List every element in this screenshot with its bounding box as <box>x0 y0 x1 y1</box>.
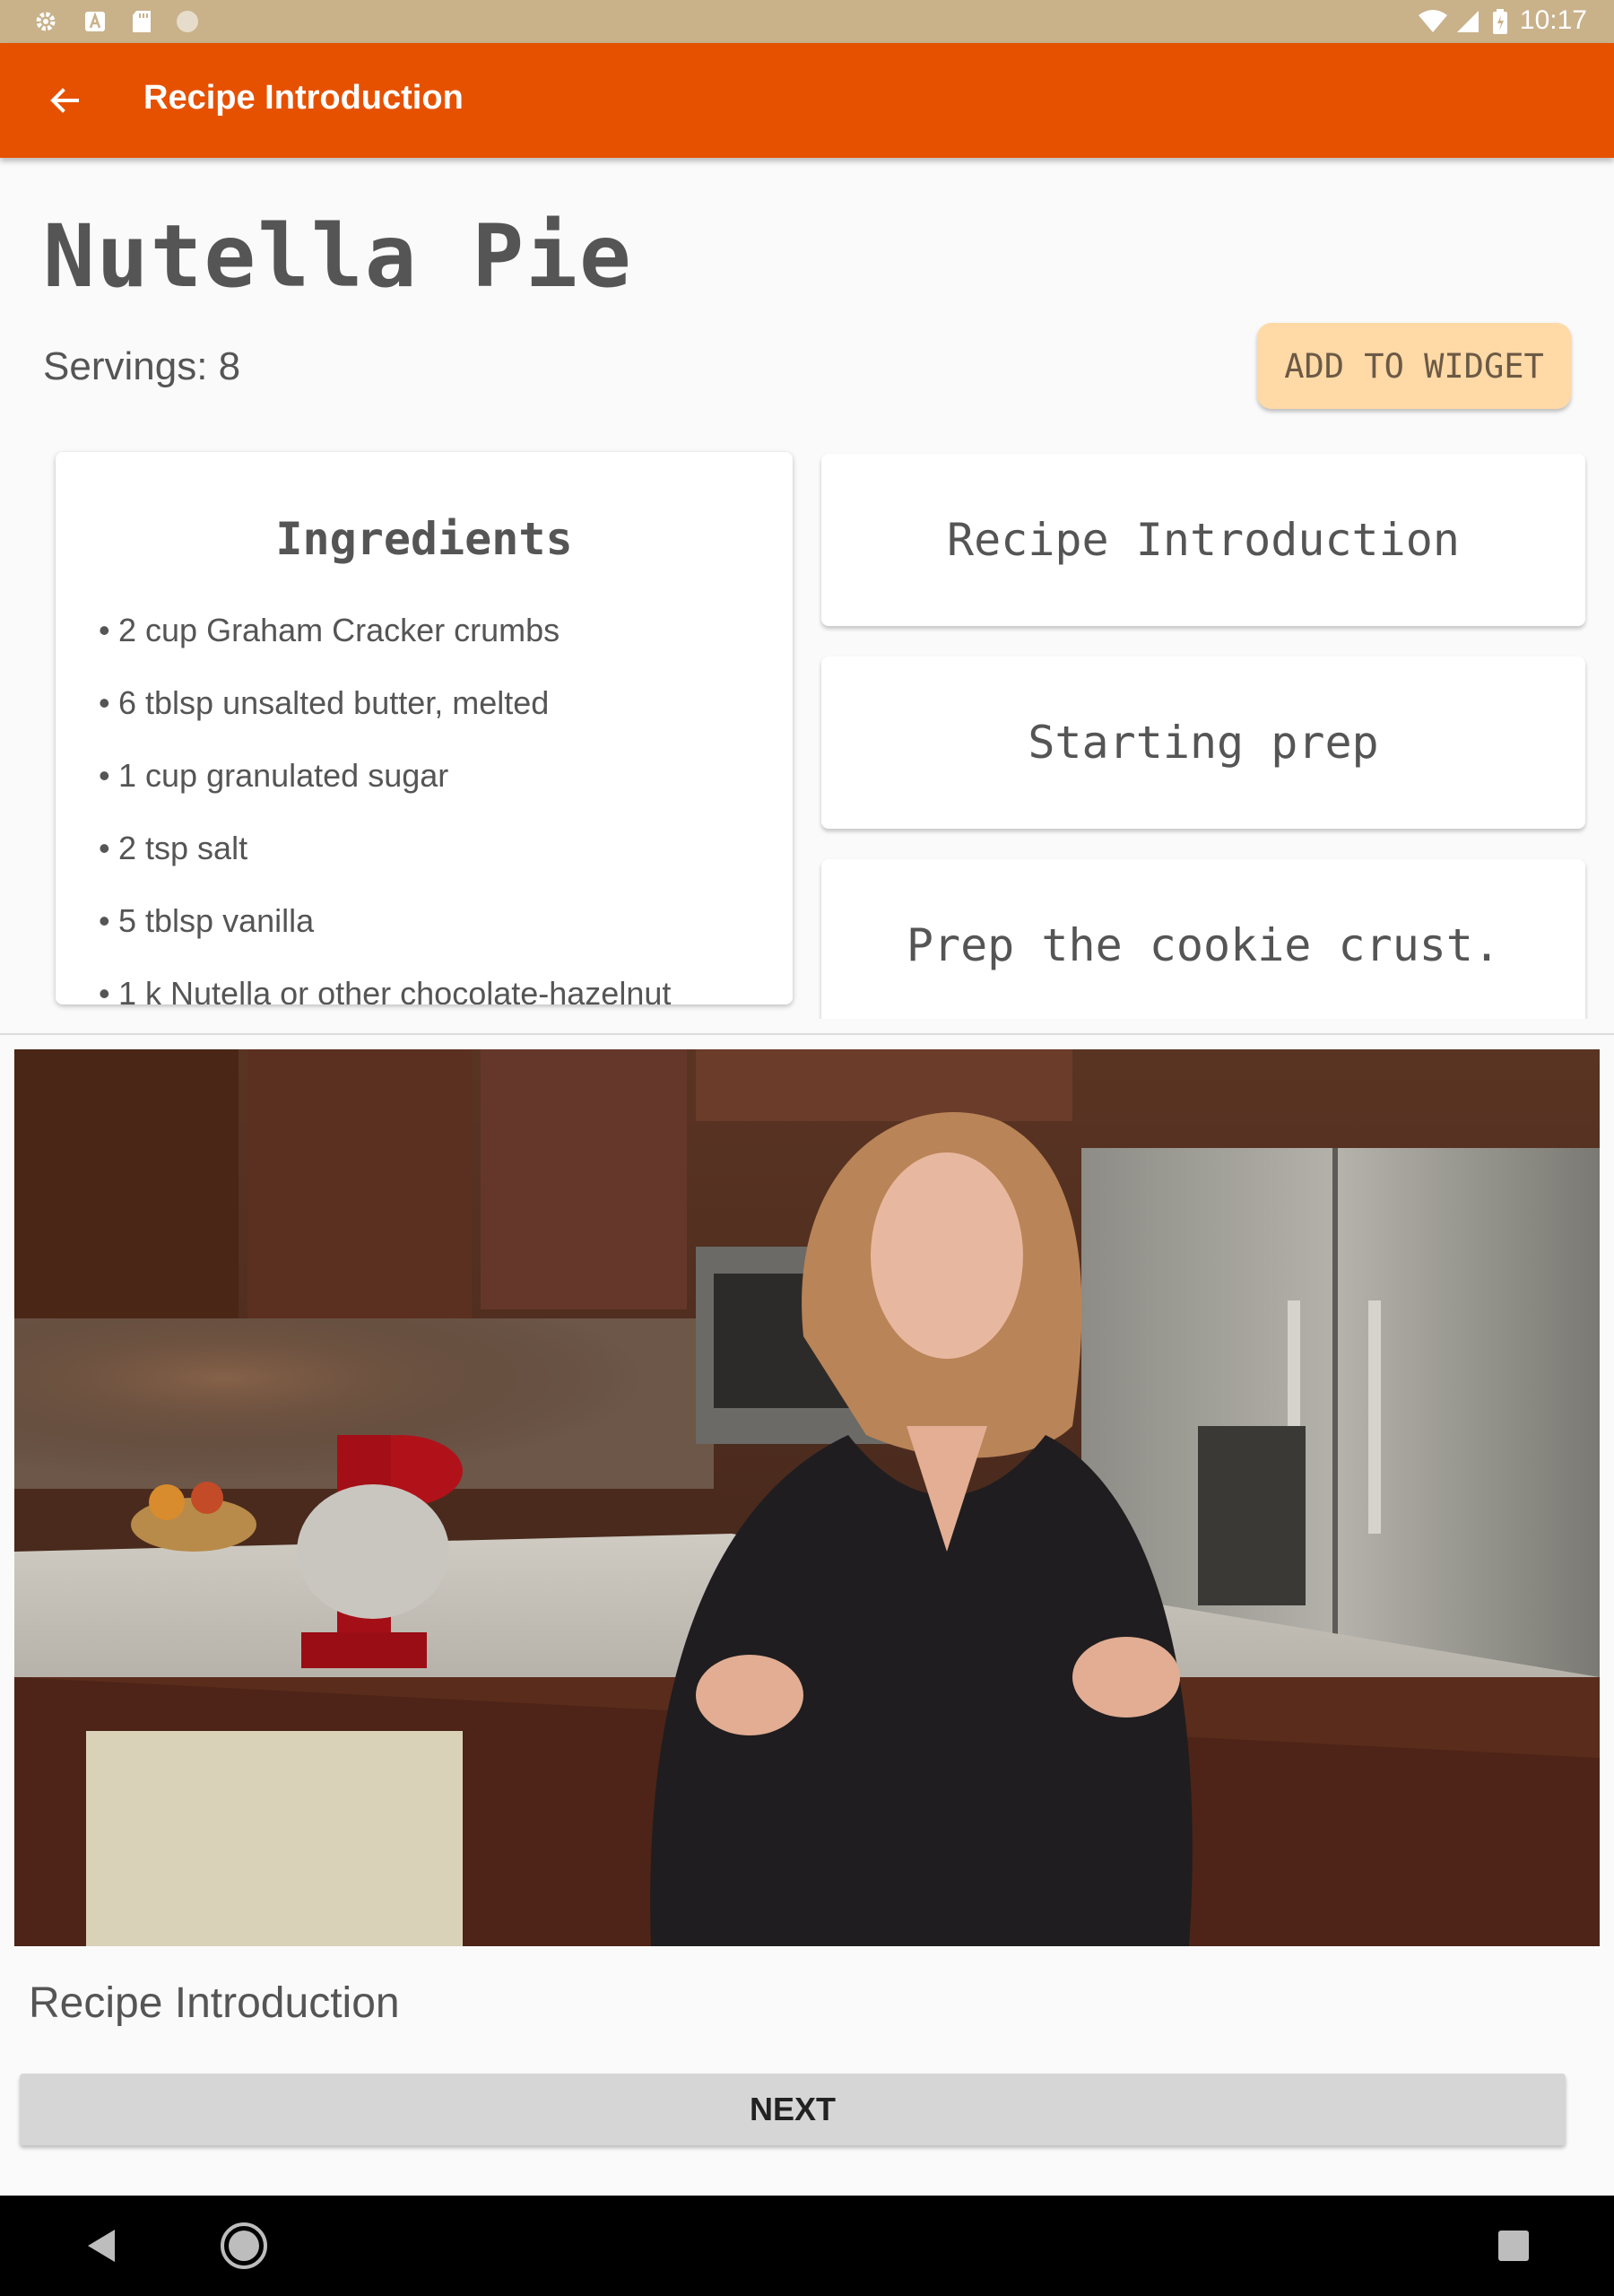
navigation-bar <box>0 2196 1614 2296</box>
steps-list: Recipe Introduction Starting prep Prep t… <box>0 0 1614 1019</box>
step-card[interactable]: Recipe Introduction <box>821 454 1585 626</box>
divider <box>0 1033 1614 1035</box>
current-step-caption: Recipe Introduction <box>29 1979 400 2027</box>
next-button[interactable]: NEXT <box>20 2074 1566 2145</box>
app-screen: 10:17 Recipe Introduction Nutella Pie Se… <box>0 0 1614 2296</box>
video-player[interactable] <box>14 1049 1600 1946</box>
home-circle-icon[interactable] <box>219 2221 269 2271</box>
video-frame-image <box>14 1049 1600 1946</box>
step-card[interactable]: Prep the cookie crust. <box>821 859 1585 1019</box>
recents-square-icon[interactable] <box>1488 2221 1539 2271</box>
back-triangle-icon[interactable] <box>77 2221 127 2271</box>
step-card[interactable]: Starting prep <box>821 657 1585 829</box>
